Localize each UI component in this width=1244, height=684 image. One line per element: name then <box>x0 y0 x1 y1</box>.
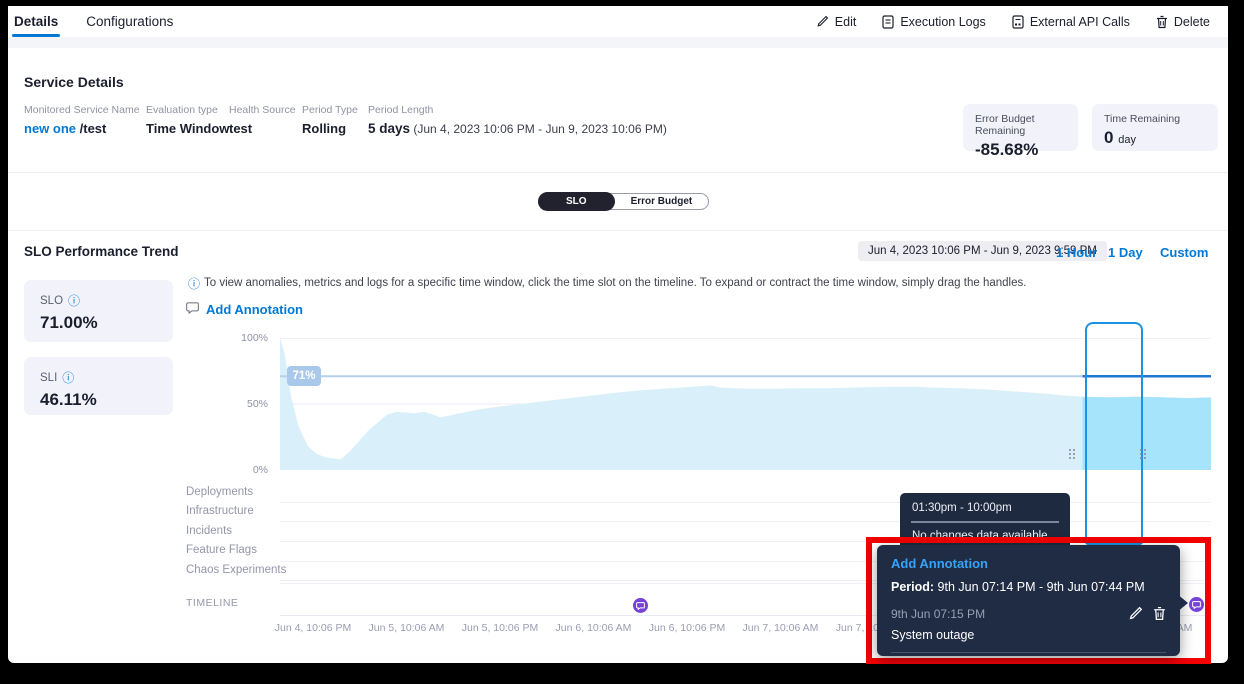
lane-divider <box>280 521 1211 522</box>
field-period-length: Period Length 5 days (Jun 4, 2023 10:06 … <box>368 104 667 136</box>
field-evaluation-type: Evaluation type Time Window <box>146 104 229 136</box>
info-icon[interactable]: ⓘ <box>68 292 80 309</box>
field-health-source: Health Source test <box>229 104 296 136</box>
x-tick-label: Jun 6, 10:06 AM <box>549 622 639 634</box>
time-remaining-card: Time Remaining 0 day <box>1092 104 1218 151</box>
timeline-help-text: To view anomalies, metrics and logs for … <box>204 277 1134 289</box>
toggle-error-budget[interactable]: Error Budget <box>615 193 709 210</box>
tab-details[interactable]: Details <box>14 6 58 37</box>
changes-tooltip: 01:30pm - 10:00pm No changes data availa… <box>900 493 1070 552</box>
range-custom[interactable]: Custom <box>1160 245 1208 260</box>
info-icon[interactable]: ⓘ <box>62 369 74 386</box>
page: Details Configurations Edit Execution Lo… <box>0 0 1244 684</box>
field-monitored-service-name: Monitored Service Name new one /test <box>24 104 140 136</box>
annotation-timestamp: 9th Jun 07:15 PM <box>891 607 985 621</box>
time-window-selection[interactable] <box>1085 322 1143 545</box>
info-icon: ⓘ <box>188 275 200 292</box>
slo-card: SLOⓘ 71.00% <box>24 280 173 342</box>
change-lanes: Deployments Infrastructure Incidents Fea… <box>186 482 286 580</box>
lane-infrastructure: Infrastructure <box>186 502 286 522</box>
x-tick-label: Jun 5, 10:06 PM <box>455 622 545 634</box>
document-external-icon <box>1012 15 1024 29</box>
pencil-icon <box>816 15 829 28</box>
y-axis-label: 50% <box>232 398 268 410</box>
tab-bar: Details Configurations <box>8 6 173 37</box>
toggle-slo[interactable]: SLO <box>538 192 615 211</box>
edit-button[interactable]: Edit <box>816 15 857 29</box>
execution-logs-button[interactable]: Execution Logs <box>882 15 985 29</box>
trash-icon <box>1156 15 1168 29</box>
document-icon <box>882 15 894 29</box>
annotation-message: System outage <box>877 621 1180 642</box>
range-1-day[interactable]: 1 Day <box>1108 245 1143 260</box>
tab-configurations[interactable]: Configurations <box>86 6 173 37</box>
x-tick-label: Jun 7, 10:06 AM <box>736 622 826 634</box>
error-budget-remaining-card: Error Budget Remaining -85.68% <box>963 104 1078 151</box>
annotation-popup: Add Annotation Period: 9th Jun 07:14 PM … <box>877 545 1180 656</box>
x-tick-label: Jun 5, 10:06 AM <box>362 622 452 634</box>
add-annotation-button[interactable]: Add Annotation <box>186 302 303 317</box>
divider <box>8 172 1228 173</box>
selection-left-handle[interactable] <box>1069 449 1075 459</box>
section-separator <box>8 37 1228 48</box>
speech-bubble-icon <box>186 302 199 317</box>
timeline-label: TIMELINE <box>186 597 238 609</box>
external-api-calls-button[interactable]: External API Calls <box>1012 15 1130 29</box>
y-axis-label: 0% <box>232 464 268 476</box>
header-actions: Edit Execution Logs External API Calls D… <box>816 15 1228 29</box>
selection-right-handle[interactable] <box>1140 449 1146 459</box>
divider <box>8 230 1228 231</box>
y-axis-label: 100% <box>232 332 268 344</box>
x-tick-label: Jun 6, 10:06 PM <box>642 622 732 634</box>
edit-annotation-icon[interactable] <box>1128 606 1143 621</box>
trend-title: SLO Performance Trend <box>24 244 179 259</box>
popup-arrow <box>1177 594 1188 612</box>
objective-value-badge: 71% <box>287 366 321 386</box>
range-1-hour[interactable]: 1 Hour <box>1056 245 1097 260</box>
x-tick-label: Jun 4, 10:06 PM <box>268 622 358 634</box>
lane-feature-flags: Feature Flags <box>186 541 286 561</box>
delete-annotation-icon[interactable] <box>1153 606 1166 621</box>
lane-divider <box>280 502 1211 503</box>
lane-incidents: Incidents <box>186 521 286 541</box>
monitored-service-link[interactable]: new one <box>24 121 76 136</box>
field-period-type: Period Type Rolling <box>302 104 358 136</box>
annotation-marker[interactable] <box>1189 597 1204 612</box>
lane-chaos-experiments: Chaos Experiments <box>186 560 286 580</box>
view-toggle: SLO Error Budget <box>538 193 709 210</box>
service-details-title: Service Details <box>24 74 124 90</box>
top-bar: Details Configurations Edit Execution Lo… <box>8 6 1228 37</box>
sli-card: SLIⓘ 46.11% <box>24 357 173 415</box>
delete-button[interactable]: Delete <box>1156 15 1210 29</box>
lane-divider <box>280 541 1211 542</box>
lane-deployments: Deployments <box>186 482 286 502</box>
annotation-marker[interactable] <box>633 598 648 613</box>
popup-add-annotation-link[interactable]: Add Annotation <box>877 545 1180 571</box>
